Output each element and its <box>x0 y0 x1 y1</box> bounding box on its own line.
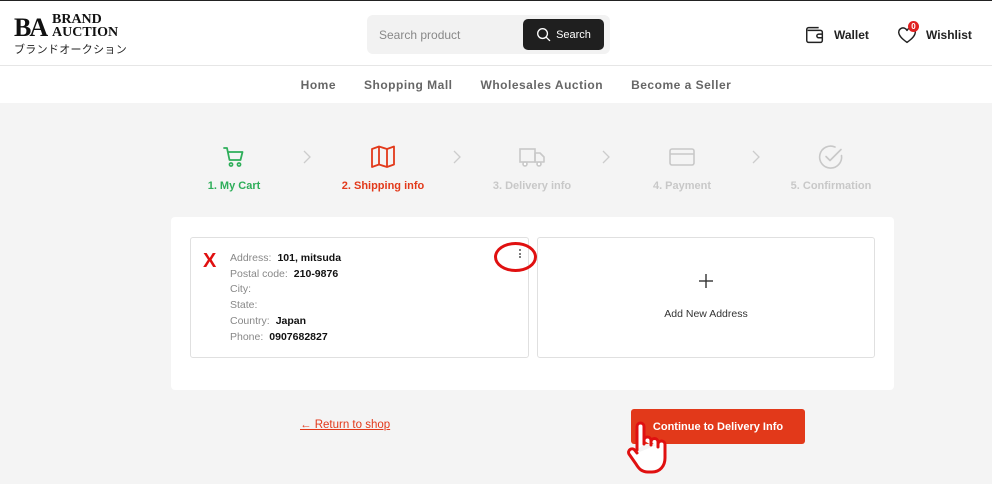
chevron-right-icon <box>303 150 311 164</box>
phone-label: Phone: <box>230 330 264 343</box>
step-label: 2. Shipping info <box>341 180 425 192</box>
city-row: City: <box>230 282 341 298</box>
wallet-label: Wallet <box>834 28 869 42</box>
phone-row: Phone: 0907682827 <box>230 330 341 346</box>
annotation-circle <box>494 242 537 272</box>
city-label: City: <box>230 283 251 296</box>
map-icon <box>371 145 395 168</box>
state-label: State: <box>230 299 258 312</box>
step-my-cart[interactable]: 1. My Cart <box>169 143 299 192</box>
country-value: Japan <box>275 314 307 327</box>
address-value: 101, mitsuda <box>277 252 342 264</box>
chevron-right-icon <box>602 150 610 164</box>
logo[interactable]: BA BRAND AUCTION ブランドオークション <box>14 11 127 57</box>
wallet-icon <box>806 26 824 44</box>
step-label: 3. Delivery info <box>492 180 572 192</box>
plus-icon <box>699 274 713 288</box>
pointing-hand-icon <box>627 421 667 474</box>
step-label: 4. Payment <box>652 180 712 192</box>
return-to-shop-link[interactable]: ← Return to shop <box>300 419 390 431</box>
address-details: Address: 101, mitsuda Postal code: 210-987… <box>230 251 341 345</box>
postal-code-label: Postal code: <box>230 267 288 280</box>
saved-address-box[interactable]: X Address: 101, mitsuda Postal code: 210-9… <box>190 237 529 358</box>
continue-button-label: Continue to Delivery Info <box>652 420 784 433</box>
step-payment: 4. Payment <box>617 143 747 192</box>
add-new-address-box[interactable]: Add New Address <box>537 237 875 358</box>
state-row: State: <box>230 298 341 314</box>
chevron-right-icon <box>453 150 461 164</box>
step-label: 5. Confirmation <box>790 180 872 192</box>
nav-item-wholesales-auction[interactable]: Wholesales Auction <box>481 78 604 92</box>
nav-item-become-a-seller[interactable]: Become a Seller <box>631 78 731 92</box>
logo-brand: BRAND AUCTION <box>52 13 119 40</box>
postal-code-row: Postal code: 210-9876 <box>230 267 341 283</box>
wishlist-link[interactable]: 0 Wishlist <box>896 21 972 47</box>
search-input[interactable] <box>367 15 521 54</box>
nav-item-home[interactable]: Home <box>301 78 336 92</box>
postal-code-value: 210-9876 <box>293 267 339 280</box>
step-shipping-info[interactable]: 2. Shipping info <box>318 143 448 192</box>
address-row: Address: 101, mitsuda <box>230 251 341 267</box>
search-icon <box>537 28 551 42</box>
wallet-link[interactable]: Wallet <box>804 23 869 47</box>
logo-japanese: ブランドオークション <box>14 43 127 56</box>
country-row: Country: Japan <box>230 314 341 330</box>
card-icon <box>669 148 695 166</box>
add-new-address-label: Add New Address <box>664 308 748 320</box>
main-nav: Home Shopping Mall Wholesales Auction Be… <box>0 66 992 103</box>
shipping-address-card: X Address: 101, mitsuda Postal code: 210-9… <box>171 217 894 390</box>
step-label: 1. My Cart <box>207 180 261 192</box>
logo-mark: BA <box>14 13 48 42</box>
check-circle-icon <box>818 145 843 169</box>
logo-brand-line2: AUCTION <box>52 25 119 40</box>
country-label: Country: <box>230 314 270 327</box>
wishlist-icon-wrap: 0 <box>896 21 919 46</box>
phone-value: 0907682827 <box>269 330 328 343</box>
chevron-right-icon <box>752 150 760 164</box>
header: BA BRAND AUCTION ブランドオークション Search Walle… <box>0 0 992 66</box>
step-delivery-info: 3. Delivery info <box>467 143 597 192</box>
search-button-label: Search <box>556 28 591 41</box>
wishlist-label: Wishlist <box>926 28 972 42</box>
nav-item-shopping-mall[interactable]: Shopping Mall <box>364 78 453 92</box>
wishlist-count-badge: 0 <box>908 21 919 32</box>
address-label: Address: <box>230 252 272 264</box>
search-button[interactable]: Search <box>523 19 604 50</box>
cart-icon <box>223 147 244 167</box>
truck-icon <box>519 148 545 167</box>
search-box: Search <box>367 15 610 54</box>
x-annotation-mark: X <box>203 250 217 272</box>
step-confirmation: 5. Confirmation <box>766 143 896 192</box>
